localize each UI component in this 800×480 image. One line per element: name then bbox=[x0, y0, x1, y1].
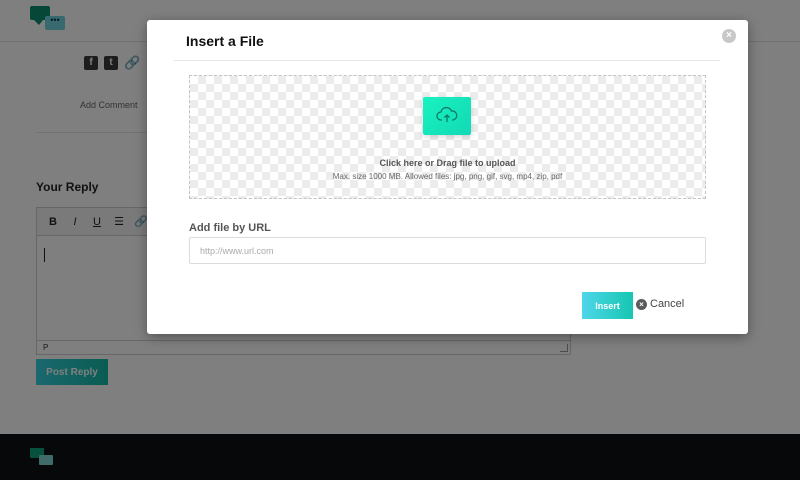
insert-button[interactable]: Insert bbox=[582, 292, 633, 319]
cancel-icon: × bbox=[636, 298, 647, 310]
modal-title: Insert a File bbox=[186, 33, 264, 49]
close-icon[interactable]: × bbox=[722, 29, 736, 43]
insert-file-modal: Insert a File × Click here or Drag file … bbox=[147, 20, 748, 334]
file-dropzone[interactable]: Click here or Drag file to upload Max. s… bbox=[189, 75, 706, 199]
url-label: Add file by URL bbox=[189, 222, 271, 234]
cancel-label: Cancel bbox=[650, 298, 685, 310]
cancel-button[interactable]: × Cancel bbox=[636, 298, 684, 310]
dropzone-instructions: Click here or Drag file to upload bbox=[379, 158, 516, 168]
url-input[interactable] bbox=[189, 237, 706, 264]
modal-divider bbox=[174, 60, 720, 61]
cloud-upload-icon[interactable] bbox=[423, 97, 471, 135]
dropzone-limits: Max. size 1000 MB. Allowed files: jpg, p… bbox=[332, 172, 563, 181]
